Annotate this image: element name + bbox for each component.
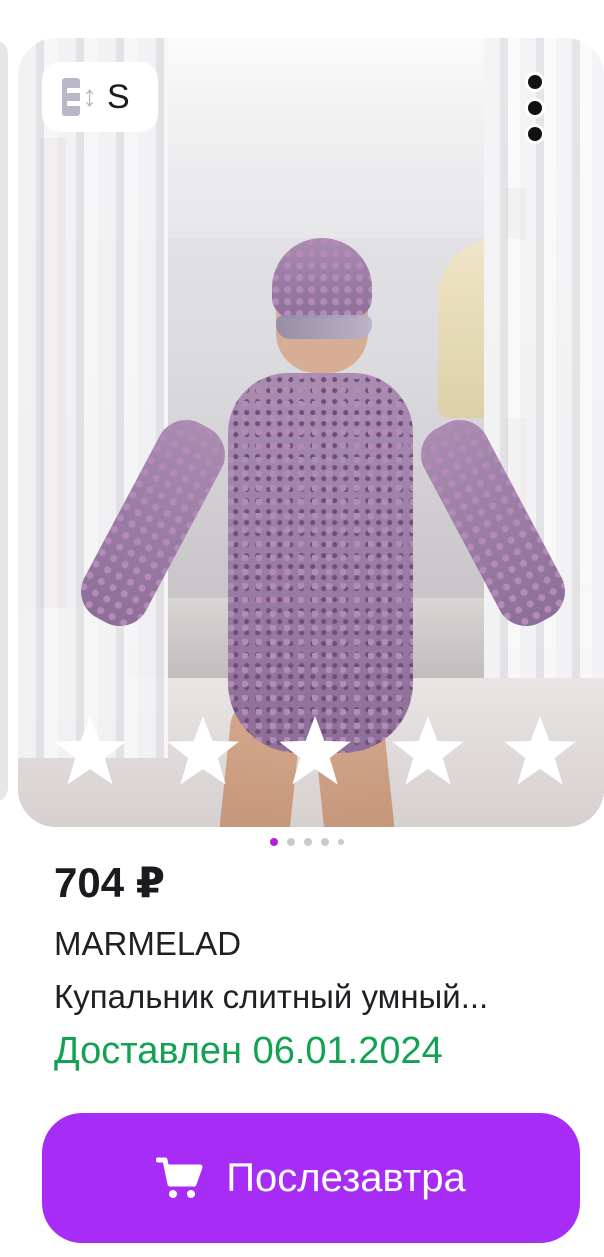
image-pager bbox=[270, 838, 344, 846]
cart-button-label: Послезавтра bbox=[226, 1155, 466, 1200]
pager-dot bbox=[338, 839, 344, 845]
cart-icon bbox=[156, 1156, 204, 1200]
product-brand[interactable]: MARMELAD bbox=[54, 925, 241, 963]
product-card-page: ↕ S 704 ₽ MARMELAD Купальник слитный умн… bbox=[0, 0, 604, 1257]
star-icon[interactable] bbox=[275, 712, 355, 790]
product-title[interactable]: Купальник слитный умный... bbox=[54, 978, 584, 1016]
star-icon[interactable] bbox=[388, 712, 468, 790]
pager-dot bbox=[270, 838, 278, 846]
more-vertical-icon[interactable] bbox=[518, 72, 552, 144]
product-photo[interactable] bbox=[18, 38, 604, 827]
product-price: 704 ₽ bbox=[54, 859, 165, 906]
pager-dot bbox=[304, 838, 312, 846]
star-icon[interactable] bbox=[50, 712, 130, 790]
size-value: S bbox=[107, 77, 130, 116]
size-ruler-icon: ↕ bbox=[62, 78, 97, 116]
previous-card-edge[interactable] bbox=[0, 40, 8, 802]
delivery-status: Доставлен 06.01.2024 bbox=[54, 1030, 443, 1072]
star-icon[interactable] bbox=[500, 712, 580, 790]
rating-stars[interactable] bbox=[50, 712, 580, 792]
pager-dot bbox=[287, 838, 295, 846]
pager-dot bbox=[321, 838, 329, 846]
add-to-cart-button[interactable]: Послезавтра bbox=[42, 1113, 580, 1243]
star-icon[interactable] bbox=[163, 712, 243, 790]
size-badge[interactable]: ↕ S bbox=[42, 62, 158, 132]
